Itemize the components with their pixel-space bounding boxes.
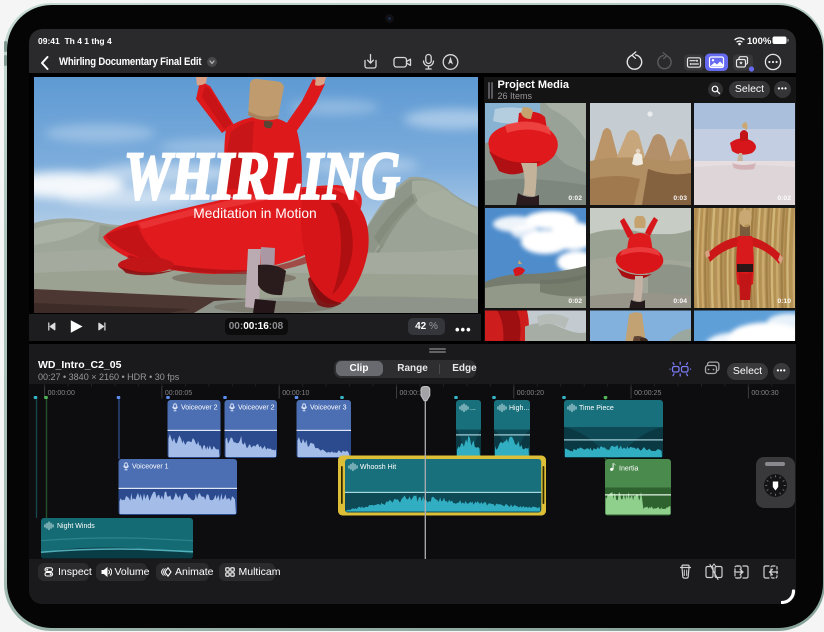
svg-text:Whoosh Hit: Whoosh Hit <box>360 464 396 471</box>
svg-text:00:00:20: 00:00:20 <box>517 390 544 397</box>
svg-text:00:00:00: 00:00:00 <box>48 390 75 397</box>
svg-text:Voiceover 1: Voiceover 1 <box>132 464 169 471</box>
svg-text:00:00:10: 00:00:10 <box>282 390 309 397</box>
svg-text:Time Piece: Time Piece <box>579 405 614 412</box>
svg-text:00:00:25: 00:00:25 <box>634 390 661 397</box>
svg-text:...: ... <box>470 405 476 412</box>
svg-text:High...: High... <box>509 405 529 412</box>
svg-text:WHIRLING: WHIRLING <box>124 138 400 214</box>
svg-text:Meditation in Motion: Meditation in Motion <box>193 206 316 221</box>
svg-text:Night Winds: Night Winds <box>57 523 95 530</box>
svg-text:0:02: 0:02 <box>568 195 582 202</box>
svg-text:Inertia: Inertia <box>619 466 639 473</box>
svg-text:100%: 100% <box>747 36 772 46</box>
svg-text:0:02: 0:02 <box>568 298 582 305</box>
svg-text:Voiceover 3: Voiceover 3 <box>310 405 347 412</box>
svg-text:00:00:30: 00:00:30 <box>751 390 778 397</box>
svg-text:Voiceover 2: Voiceover 2 <box>238 405 275 412</box>
svg-text:00:00:05: 00:00:05 <box>165 390 192 397</box>
svg-text:0:03: 0:03 <box>673 195 687 202</box>
svg-text:0:02: 0:02 <box>777 195 791 202</box>
svg-text:Voiceover 2: Voiceover 2 <box>181 405 218 412</box>
svg-text:0:04: 0:04 <box>673 298 687 305</box>
svg-text:0:10: 0:10 <box>777 298 791 305</box>
